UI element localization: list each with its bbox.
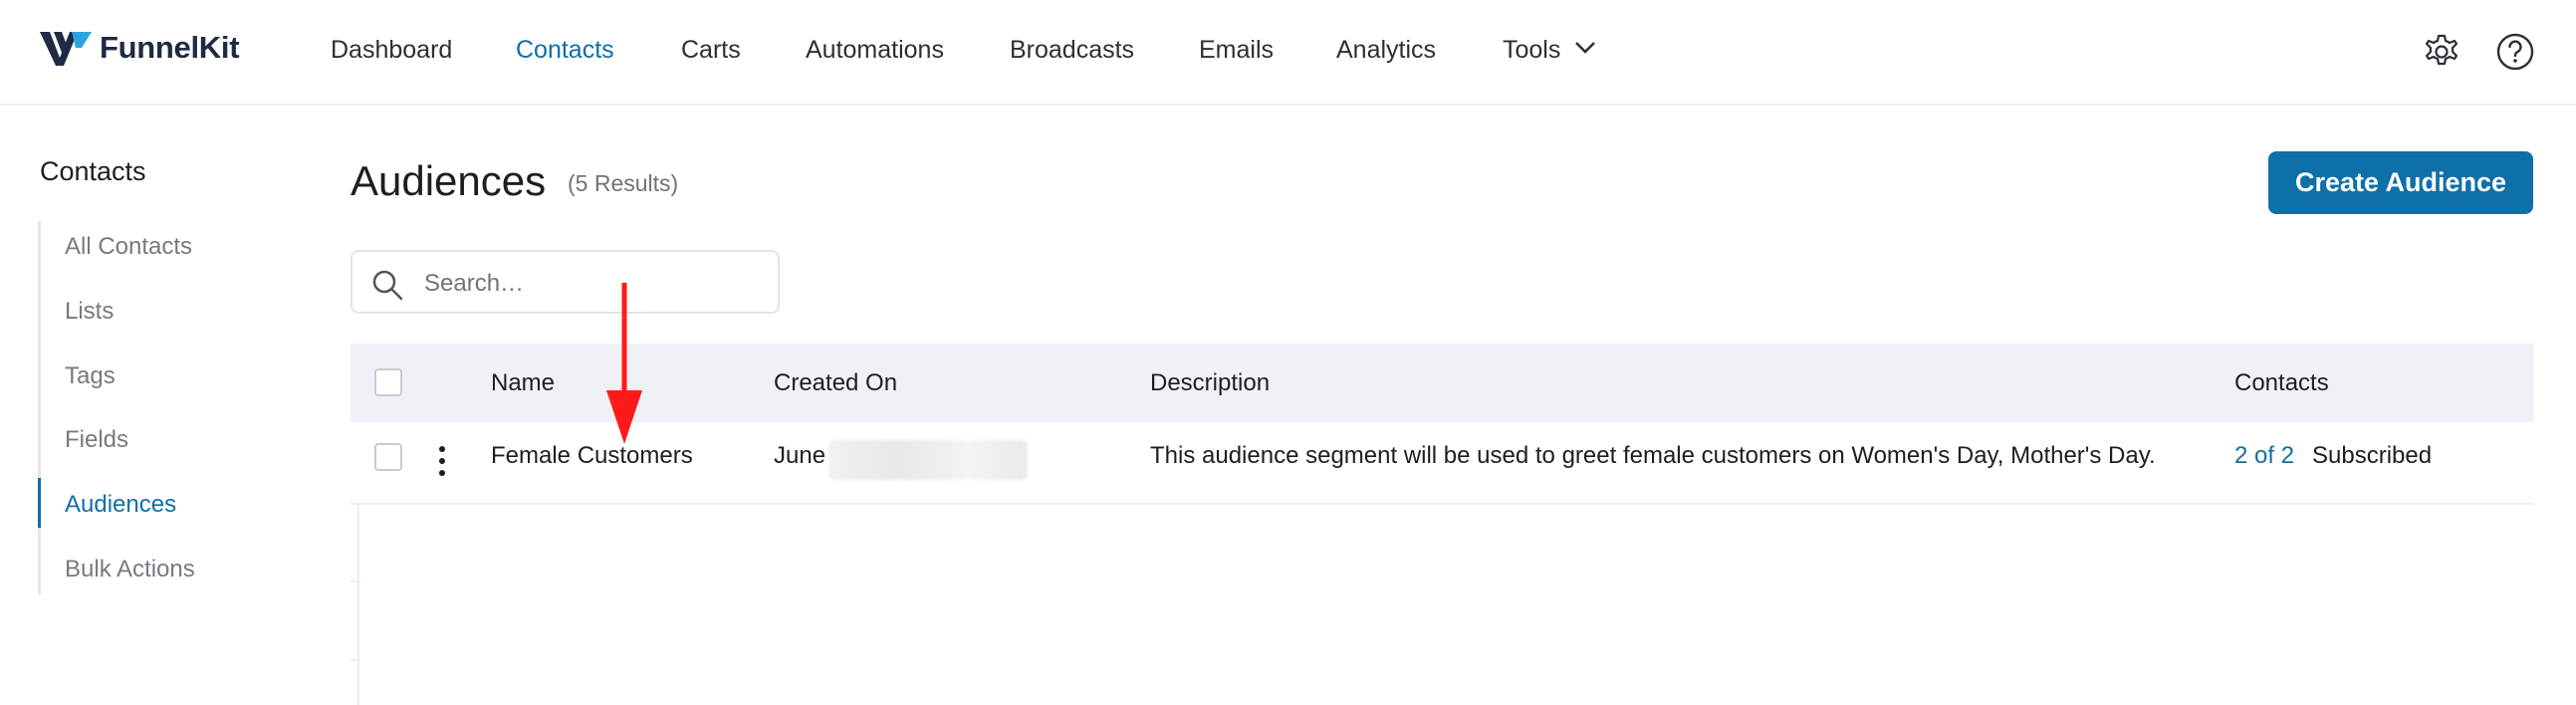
nav-carts[interactable]: Carts xyxy=(681,36,741,65)
column-header-created-on[interactable]: Created On xyxy=(774,369,897,397)
annotation-arrow xyxy=(606,283,642,444)
sidebar-item-tags[interactable]: Tags xyxy=(65,362,116,390)
nav-contacts[interactable]: Contacts xyxy=(516,36,614,65)
column-header-description: Description xyxy=(1150,369,1271,396)
search-box xyxy=(351,250,780,314)
table-row: Female Customers June This audience segm… xyxy=(351,422,2534,505)
contacts-count-link[interactable]: 2 of 2 xyxy=(2234,442,2294,470)
funnelkit-logo-icon xyxy=(40,32,92,66)
contacts-status: Subscribed xyxy=(2312,442,2433,469)
search-icon xyxy=(372,270,403,301)
sidebar-item-bulk-actions[interactable]: Bulk Actions xyxy=(65,556,195,584)
row-actions-menu-icon[interactable] xyxy=(432,444,452,478)
sidebar-item-fields[interactable]: Fields xyxy=(65,426,128,454)
audience-description: This audience segment will be used to gr… xyxy=(1150,442,2156,469)
select-all-checkbox[interactable] xyxy=(374,368,402,396)
divider xyxy=(351,581,360,583)
nav-automations[interactable]: Automations xyxy=(806,36,944,65)
sidebar-item-all-contacts[interactable]: All Contacts xyxy=(65,233,192,261)
sidebar-title: Contacts xyxy=(40,156,146,186)
nav-tools[interactable]: Tools xyxy=(1503,36,1560,65)
sidebar-active-indicator xyxy=(38,478,41,528)
sidebar-item-audiences[interactable]: Audiences xyxy=(65,491,176,519)
nav-analytics[interactable]: Analytics xyxy=(1336,36,1436,65)
audience-name[interactable]: Female Customers xyxy=(491,442,693,470)
nav-emails[interactable]: Emails xyxy=(1199,36,1274,65)
gear-icon[interactable] xyxy=(2422,32,2461,72)
page-title: Audiences xyxy=(351,157,547,204)
table-header: Name Created On Description Contacts xyxy=(351,344,2534,422)
redacted-date-blur xyxy=(828,440,1028,480)
chevron-down-icon[interactable] xyxy=(1573,40,1597,56)
column-header-contacts: Contacts xyxy=(2234,369,2329,396)
divider xyxy=(351,659,360,661)
sidebar-item-lists[interactable]: Lists xyxy=(65,298,114,326)
row-checkbox[interactable] xyxy=(374,443,402,471)
results-count: (5 Results) xyxy=(568,170,679,196)
nav-broadcasts[interactable]: Broadcasts xyxy=(1010,36,1134,65)
search-input[interactable] xyxy=(422,264,765,304)
table-empty-area xyxy=(357,503,362,705)
funnelkit-logo[interactable]: FunnelKit xyxy=(38,28,240,68)
brand-name: FunnelKit xyxy=(100,30,240,65)
create-audience-button[interactable]: Create Audience xyxy=(2268,151,2533,214)
nav-dashboard[interactable]: Dashboard xyxy=(331,36,452,65)
created-on-date: June xyxy=(774,442,826,469)
column-header-name[interactable]: Name xyxy=(491,369,555,397)
question-circle-icon[interactable] xyxy=(2495,32,2535,72)
top-navigation-bar: FunnelKit Dashboard Contacts Carts Autom… xyxy=(0,0,2576,106)
sidebar-menu: All Contacts Lists Tags Fields Audiences… xyxy=(38,221,300,594)
